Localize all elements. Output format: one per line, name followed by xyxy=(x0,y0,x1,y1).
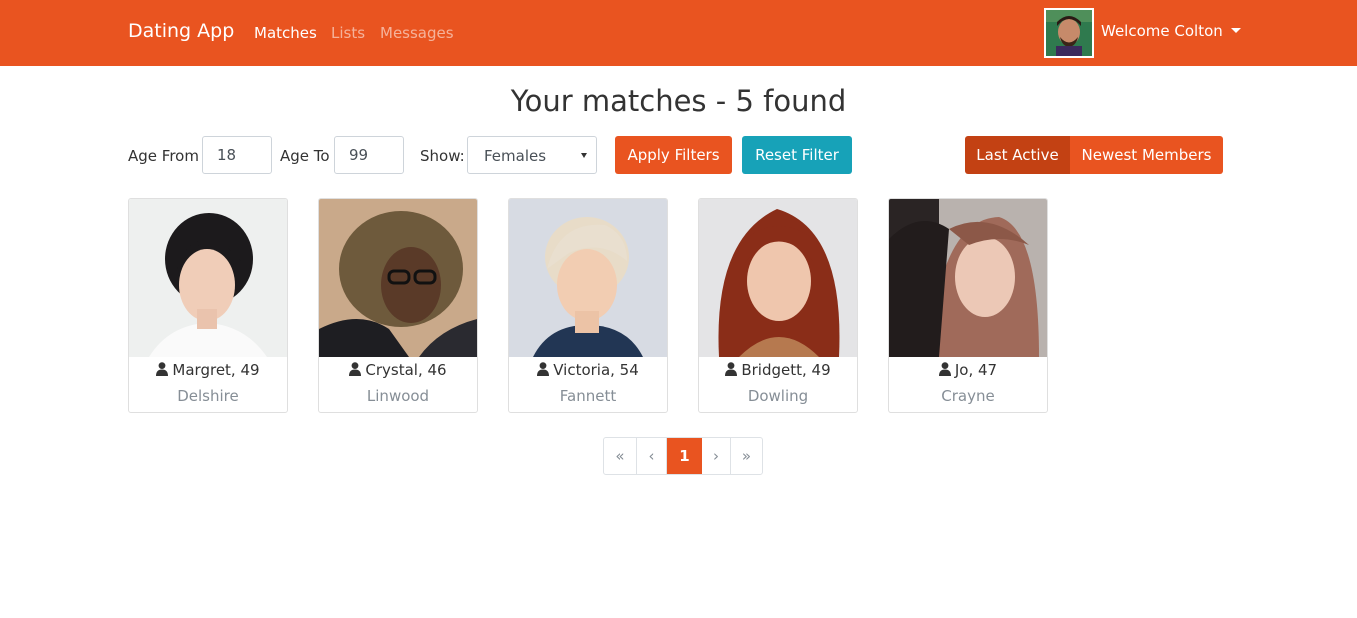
member-card[interactable]: Jo, 47 Crayne xyxy=(888,198,1048,413)
nav-link-lists[interactable]: Lists xyxy=(331,24,365,42)
user-icon xyxy=(537,362,550,376)
pagination-next-button[interactable]: › xyxy=(702,438,731,474)
age-from-input[interactable] xyxy=(202,136,272,174)
age-to-label: Age To xyxy=(280,147,330,165)
member-city: Linwood xyxy=(366,387,430,405)
select-arrow-icon xyxy=(581,153,587,158)
member-card[interactable]: Bridgett, 49 Dowling xyxy=(698,198,858,413)
member-name: Jo, 47 xyxy=(889,361,1047,379)
member-name-text: Crystal, 46 xyxy=(365,361,447,379)
user-icon xyxy=(156,362,169,376)
member-city: Fannett xyxy=(559,387,617,405)
member-photo[interactable] xyxy=(889,199,1047,357)
age-from-label: Age From xyxy=(128,147,199,165)
brand-link[interactable]: Dating App xyxy=(128,20,234,42)
member-name-text: Bridgett, 49 xyxy=(741,361,831,379)
member-name: Victoria, 54 xyxy=(509,361,667,379)
member-card[interactable]: Victoria, 54 Fannett xyxy=(508,198,668,413)
member-name: Margret, 49 xyxy=(129,361,287,379)
member-photo-image xyxy=(319,199,477,357)
sort-button-group: Last Active Newest Members xyxy=(965,136,1223,174)
member-name-text: Victoria, 54 xyxy=(553,361,639,379)
member-photo-image xyxy=(699,199,857,357)
show-label: Show: xyxy=(420,147,465,165)
pagination-first-button[interactable]: « xyxy=(604,438,637,474)
nav-link-messages[interactable]: Messages xyxy=(380,24,454,42)
member-city: Delshire xyxy=(177,387,239,405)
user-menu-toggle[interactable]: Welcome Colton xyxy=(1101,22,1241,40)
gender-select-value: Females xyxy=(484,147,547,165)
user-avatar[interactable] xyxy=(1044,8,1094,58)
member-name-text: Jo, 47 xyxy=(954,361,998,379)
gender-select[interactable]: Females xyxy=(467,136,597,174)
pagination-page-1[interactable]: 1 xyxy=(667,438,702,474)
member-card[interactable]: Crystal, 46 Linwood xyxy=(318,198,478,413)
member-photo-image xyxy=(129,199,287,357)
member-photo[interactable] xyxy=(129,199,287,357)
member-photo[interactable] xyxy=(319,199,477,357)
sort-newest-members-button[interactable]: Newest Members xyxy=(1070,136,1223,174)
nav-link-matches[interactable]: Matches xyxy=(254,24,317,42)
pagination: « ‹ 1 › » xyxy=(603,437,763,475)
user-icon xyxy=(349,362,362,376)
pagination-last-button[interactable]: » xyxy=(731,438,762,474)
pagination-prev-button[interactable]: ‹ xyxy=(637,438,667,474)
member-name-text: Margret, 49 xyxy=(172,361,260,379)
avatar-photo xyxy=(1046,10,1092,56)
sort-last-active-button[interactable]: Last Active xyxy=(965,136,1070,174)
member-photo-image xyxy=(509,199,667,357)
member-photo[interactable] xyxy=(699,199,857,357)
reset-filter-button[interactable]: Reset Filter xyxy=(742,136,852,174)
welcome-text: Welcome Colton xyxy=(1101,22,1223,40)
user-icon xyxy=(725,362,738,376)
member-photo-image xyxy=(889,199,1047,357)
member-name: Bridgett, 49 xyxy=(699,361,857,379)
member-card[interactable]: Margret, 49 Delshire xyxy=(128,198,288,413)
member-photo[interactable] xyxy=(509,199,667,357)
member-name: Crystal, 46 xyxy=(319,361,477,379)
apply-filters-button[interactable]: Apply Filters xyxy=(615,136,732,174)
top-navbar: Dating App Matches Lists Messages Welcom… xyxy=(0,0,1357,66)
chevron-down-icon xyxy=(1230,28,1241,33)
age-to-input[interactable] xyxy=(334,136,404,174)
member-city: Dowling xyxy=(747,387,809,405)
member-city: Crayne xyxy=(941,387,995,405)
user-icon xyxy=(938,362,951,376)
page-title: Your matches - 5 found xyxy=(510,84,847,118)
